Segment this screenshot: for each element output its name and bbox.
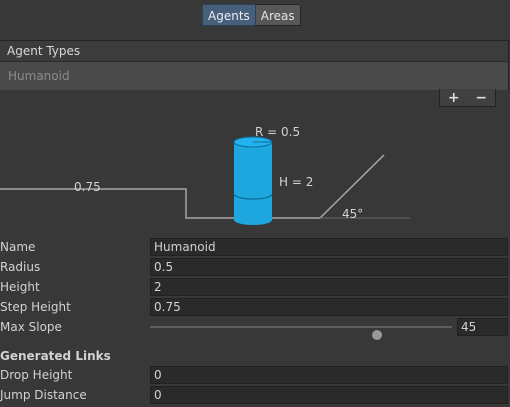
agent-diagram: R = 0.5 H = 2 0.75 45° bbox=[0, 125, 410, 225]
step-height-field[interactable]: 0.75 bbox=[150, 298, 508, 316]
jump-distance-label: Jump Distance bbox=[0, 388, 87, 402]
radius-field[interactable]: 0.5 bbox=[150, 258, 508, 276]
step-annotation: 0.75 bbox=[74, 180, 101, 194]
remove-agent-button[interactable]: − bbox=[471, 90, 491, 106]
agent-cylinder bbox=[233, 136, 273, 225]
jump-distance-row: Jump Distance 0 bbox=[0, 386, 510, 404]
step-height-label: Step Height bbox=[0, 300, 71, 314]
radius-row: Radius 0.5 bbox=[0, 258, 510, 276]
max-slope-slider-thumb[interactable] bbox=[371, 330, 382, 340]
max-slope-row: Max Slope 45 bbox=[0, 318, 510, 340]
drop-height-field[interactable]: 0 bbox=[150, 366, 508, 384]
height-field[interactable]: 2 bbox=[150, 278, 508, 296]
max-slope-slider-track[interactable] bbox=[150, 326, 452, 340]
step-height-row: Step Height 0.75 bbox=[0, 298, 510, 316]
height-annotation: H = 2 bbox=[279, 175, 313, 189]
max-slope-label: Max Slope bbox=[0, 320, 62, 334]
agent-types-list: Agent Types Humanoid bbox=[0, 40, 509, 90]
max-slope-field[interactable]: 45 bbox=[457, 318, 508, 336]
tab-agents[interactable]: Agents bbox=[202, 4, 256, 26]
radius-annotation: R = 0.5 bbox=[255, 125, 300, 139]
tab-bar: Agents Areas bbox=[202, 4, 301, 28]
name-label: Name bbox=[0, 240, 36, 254]
height-label: Height bbox=[0, 280, 40, 294]
ground-line bbox=[0, 154, 385, 219]
jump-distance-field[interactable]: 0 bbox=[150, 386, 508, 404]
generated-links-title: Generated Links bbox=[0, 349, 111, 363]
radius-label: Radius bbox=[0, 260, 41, 274]
list-item-humanoid[interactable]: Humanoid bbox=[0, 62, 508, 90]
navigation-panel: Agents Areas Agent Types Humanoid + − R … bbox=[0, 0, 510, 407]
agent-types-header: Agent Types bbox=[0, 41, 508, 62]
name-row: Name Humanoid bbox=[0, 238, 510, 256]
tab-areas[interactable]: Areas bbox=[255, 4, 301, 26]
name-field[interactable]: Humanoid bbox=[150, 238, 508, 256]
slope-annotation: 45° bbox=[342, 207, 363, 221]
add-agent-button[interactable]: + bbox=[444, 90, 464, 106]
drop-height-label: Drop Height bbox=[0, 368, 73, 382]
drop-height-row: Drop Height 0 bbox=[0, 366, 510, 384]
list-footer: + − bbox=[439, 89, 496, 107]
height-row: Height 2 bbox=[0, 278, 510, 296]
